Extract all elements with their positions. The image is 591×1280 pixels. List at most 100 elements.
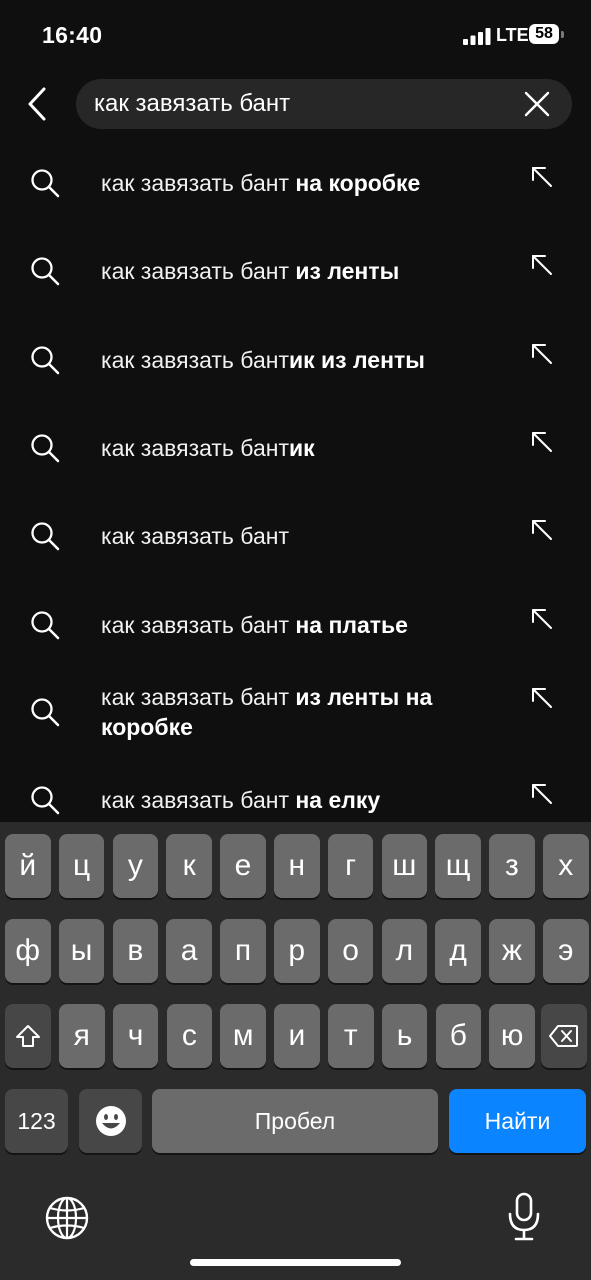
arrow-up-left-icon[interactable]	[530, 253, 554, 277]
key-letter[interactable]: д	[435, 919, 481, 983]
numbers-key[interactable]: 123	[5, 1089, 68, 1153]
key-letter[interactable]: у	[112, 834, 159, 898]
suggestion-query-part: как завязать бант	[101, 612, 289, 638]
microphone-icon[interactable]	[505, 1192, 543, 1242]
suggestion-item[interactable]: как завязать бантик из ленты	[0, 316, 591, 404]
shift-icon	[16, 1025, 40, 1047]
delete-key[interactable]	[541, 1004, 587, 1068]
suggestion-completion: ик	[288, 435, 315, 461]
suggestion-item[interactable]: как завязать бантик	[0, 404, 591, 492]
home-indicator	[190, 1259, 401, 1266]
suggestion-item[interactable]: как завязать бант на платье	[0, 581, 591, 669]
suggestion-item[interactable]: как завязать бант на коробке	[0, 140, 591, 227]
suggestion-text: как завязать бант	[101, 521, 501, 551]
key-letter[interactable]: с	[166, 1004, 213, 1068]
battery-level: 58	[529, 24, 559, 44]
chevron-left-icon[interactable]	[24, 86, 54, 122]
key-letter[interactable]: е	[220, 834, 266, 898]
key-letter[interactable]: и	[274, 1004, 320, 1068]
search-icon	[31, 346, 60, 375]
backspace-icon	[549, 1025, 578, 1047]
space-key[interactable]: Пробел	[152, 1089, 438, 1153]
key-letter[interactable]: з	[489, 834, 535, 898]
search-input[interactable]	[94, 79, 514, 129]
key-letter[interactable]: л	[381, 919, 428, 983]
key-letter[interactable]: м	[220, 1004, 266, 1068]
key-letter[interactable]: ц	[58, 834, 105, 898]
key-letter[interactable]: в	[112, 919, 159, 983]
key-letter[interactable]: ж	[489, 919, 535, 983]
key-letter[interactable]: а	[166, 919, 212, 983]
suggestion-query-part: как завязать бант	[101, 787, 289, 813]
search-icon	[31, 522, 60, 551]
suggestion-text: как завязать бант из ленты на коробке	[101, 682, 501, 742]
cellular-signal-icon	[463, 28, 491, 45]
arrow-up-left-icon[interactable]	[530, 430, 554, 454]
suggestion-item[interactable]: как завязать бант	[0, 492, 591, 580]
status-time: 16:40	[42, 22, 103, 48]
suggestion-item[interactable]: как завязать бант на елку	[0, 756, 591, 822]
key-letter[interactable]: ф	[5, 919, 51, 983]
key-letter[interactable]: ч	[112, 1004, 159, 1068]
suggestion-completion: на елку	[288, 787, 381, 813]
arrow-up-left-icon[interactable]	[530, 607, 554, 631]
arrow-up-left-icon[interactable]	[530, 782, 554, 806]
arrow-up-left-icon[interactable]	[530, 342, 554, 366]
suggestion-item[interactable]: как завязать бант из ленты на коробке	[0, 668, 591, 756]
search-icon	[31, 786, 60, 815]
suggestion-text: как завязать бант на коробке	[101, 168, 501, 198]
emoji-icon	[95, 1106, 126, 1136]
suggestion-query-part: как завязать бант	[101, 435, 289, 461]
search-icon	[31, 698, 60, 727]
suggestion-completion: на платье	[288, 612, 408, 638]
key-letter[interactable]: п	[220, 919, 266, 983]
key-letter[interactable]: н	[274, 834, 320, 898]
key-letter[interactable]: т	[328, 1004, 374, 1068]
globe-icon[interactable]	[44, 1195, 90, 1241]
suggestion-query-part: как завязать бант	[101, 347, 289, 373]
key-letter[interactable]: й	[5, 834, 51, 898]
key-letter[interactable]: я	[59, 1004, 105, 1068]
suggestion-completion: ик из ленты	[288, 347, 425, 373]
key-letter[interactable]: б	[435, 1004, 482, 1068]
key-letter[interactable]: г	[327, 834, 374, 898]
suggestion-text: как завязать бант на платье	[101, 610, 501, 640]
suggestion-text: как завязать бант из ленты	[101, 256, 501, 286]
key-letter[interactable]: к	[166, 834, 212, 898]
suggestion-query-part: как завязать бант	[101, 523, 289, 549]
emoji-key[interactable]	[79, 1089, 142, 1153]
key-letter[interactable]: х	[543, 834, 589, 898]
key-letter[interactable]: ш	[381, 834, 428, 898]
suggestion-text: как завязать бантик	[101, 433, 501, 463]
search-icon	[31, 434, 60, 463]
status-bar: 16:40 LTE 58	[0, 0, 591, 72]
shift-key[interactable]	[5, 1004, 51, 1068]
network-type: LTE	[496, 25, 529, 45]
key-letter[interactable]: ы	[58, 919, 105, 983]
key-letter[interactable]: р	[274, 919, 320, 983]
arrow-up-left-icon[interactable]	[530, 518, 554, 542]
suggestion-text: как завязать бант на елку	[101, 785, 501, 815]
search-icon	[31, 257, 60, 286]
search-icon	[31, 169, 60, 198]
suggestion-query-part: как завязать бант	[101, 684, 289, 710]
key-letter[interactable]: щ	[435, 834, 481, 898]
key-letter[interactable]: о	[327, 919, 374, 983]
close-icon[interactable]	[524, 91, 550, 117]
suggestion-completion: из ленты	[288, 258, 400, 284]
suggestion-query-part: как завязать бант	[101, 170, 289, 196]
battery-icon: 58	[529, 24, 565, 46]
key-letter[interactable]: ю	[489, 1004, 535, 1068]
suggestion-text: как завязать бантик из ленты	[101, 345, 501, 375]
arrow-up-left-icon[interactable]	[530, 165, 554, 189]
suggestion-completion: на коробке	[288, 170, 421, 196]
key-letter[interactable]: ь	[381, 1004, 428, 1068]
search-go-key[interactable]: Найти	[449, 1089, 586, 1153]
battery-tip	[561, 31, 564, 38]
arrow-up-left-icon[interactable]	[530, 686, 554, 710]
key-letter[interactable]: э	[543, 919, 589, 983]
search-box[interactable]	[76, 79, 572, 129]
suggestions-list: как завязать бант на коробке как завязать…	[0, 140, 591, 822]
suggestion-query-part: как завязать бант	[101, 258, 289, 284]
suggestion-item[interactable]: как завязать бант из ленты	[0, 227, 591, 315]
